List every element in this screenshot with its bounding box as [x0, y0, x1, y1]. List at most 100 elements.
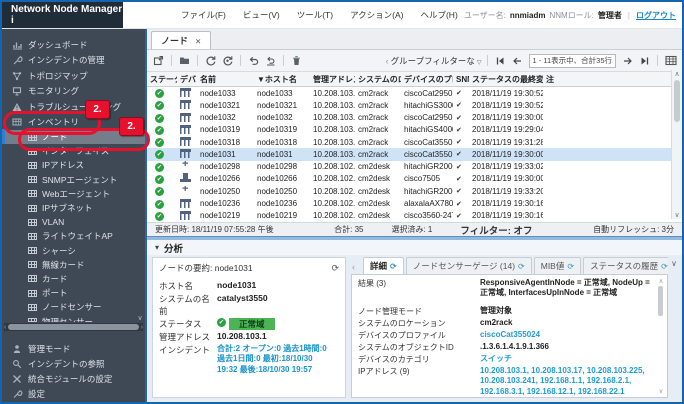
- scroll-down-icon[interactable]: ∨: [659, 387, 664, 395]
- scrollbar-thumb[interactable]: [674, 80, 680, 122]
- refresh-status-button[interactable]: [220, 53, 235, 68]
- col-system-location[interactable]: システムのロケ: [355, 74, 401, 85]
- sidebar-item-configuration[interactable]: 設定: [2, 386, 145, 401]
- ip-address-link[interactable]: 192.168.22.1: [578, 387, 625, 396]
- logout-link[interactable]: ログアウト: [636, 10, 676, 21]
- sidebar-item-troubleshooting[interactable]: トラブルシューティング: [2, 99, 145, 115]
- col-snmp[interactable]: SNM: [453, 75, 469, 84]
- sidebar-subitem[interactable]: 物理センサー: [2, 314, 145, 322]
- sidebar-item-topology-map[interactable]: トポロジマップ: [2, 68, 145, 84]
- ip-address-link[interactable]: 192.168.3.1: [480, 387, 527, 396]
- analysis-panel-header[interactable]: 分析: [147, 240, 682, 255]
- ip-address-link[interactable]: 192.168.1.1: [540, 376, 587, 385]
- table-row[interactable]: node1033 node1033 10.208.103.3 cm2rack c…: [147, 87, 682, 99]
- close-tab-icon[interactable]: [195, 36, 201, 46]
- first-page-button[interactable]: [493, 53, 508, 68]
- table-row[interactable]: node10319 node10319 10.208.103.1 cm2rack…: [147, 124, 682, 136]
- cell-hostname: node1033: [254, 89, 310, 98]
- col-mgmt-address[interactable]: 管理アドレス: [310, 74, 355, 85]
- table-row[interactable]: node10298 node10298 10.208.102.9 cm2desk…: [147, 161, 682, 173]
- ip-address-link[interactable]: 192.168.2.1: [587, 376, 632, 385]
- col-device[interactable]: デバ: [177, 74, 197, 85]
- scroll-down-icon[interactable]: ∨: [137, 314, 142, 322]
- sidebar-subitem[interactable]: VLAN: [2, 215, 145, 229]
- sidebar-subitem[interactable]: IPアドレス: [2, 158, 145, 172]
- sidebar-subitem[interactable]: ノードセンサー: [2, 300, 145, 314]
- table-row[interactable]: node10250 node10250 10.208.102.5 cm2desk…: [147, 185, 682, 197]
- table-row[interactable]: node10266 node10266 10.208.102.6 cm2desk…: [147, 173, 682, 185]
- scroll-down-icon[interactable]: ∨: [674, 211, 679, 219]
- col-status[interactable]: ステータ: [147, 74, 177, 85]
- ip-address-link[interactable]: 10.208.103.1: [480, 366, 531, 375]
- col-device-profile[interactable]: デバイスのプロ: [401, 74, 453, 85]
- table-row[interactable]: node10236 node10236 10.208.102.3 cm2desk…: [147, 197, 682, 209]
- sidebar-subitem[interactable]: シャーシ: [2, 244, 145, 258]
- table-scrollbar[interactable]: ∧ ∨: [671, 70, 682, 219]
- last-page-button[interactable]: [637, 53, 652, 68]
- sidebar-horizontal-scrollbar[interactable]: ‹›: [4, 323, 143, 331]
- detail-scrollbar[interactable]: ∧ ∨: [657, 277, 665, 395]
- undo-icon: [248, 55, 259, 66]
- panel-collapse-icon[interactable]: [671, 259, 677, 268]
- table-row[interactable]: node10318 node10318 10.208.103.1 cm2rack…: [147, 136, 682, 148]
- table-row[interactable]: node10321 node10321 10.208.103.2 cm2rack…: [147, 99, 682, 111]
- col-name[interactable]: 名前: [197, 74, 254, 85]
- scroll-up-icon[interactable]: ∧: [659, 277, 664, 285]
- analysis-tab[interactable]: ノードセンサーゲージ (14): [406, 257, 532, 274]
- tabs-scroll-left-icon[interactable]: [352, 262, 355, 272]
- delete-button[interactable]: [289, 53, 304, 68]
- table-row[interactable]: node1032 node1032 10.208.103.2 cm2rack c…: [147, 112, 682, 124]
- menu-actions[interactable]: アクション(A): [350, 9, 403, 21]
- menu-view[interactable]: ビュー(V): [243, 9, 280, 21]
- scrollbar-thumb[interactable]: [8, 324, 138, 330]
- ip-address-link[interactable]: 10.208.103.225: [587, 366, 645, 375]
- scroll-up-icon[interactable]: ∧: [674, 70, 679, 78]
- scrollbar-thumb[interactable]: [658, 286, 663, 316]
- scroll-left-icon[interactable]: ‹: [4, 324, 6, 331]
- folder-button[interactable]: [177, 53, 192, 68]
- sidebar-item-dashboard[interactable]: ダッシュボード: [2, 37, 145, 53]
- menu-file[interactable]: ファイル(F): [181, 9, 226, 21]
- device-category-link[interactable]: スイッチ: [480, 354, 512, 363]
- device-profile-link[interactable]: ciscoCat355024: [480, 330, 540, 339]
- scroll-right-icon[interactable]: ›: [141, 324, 143, 331]
- col-status-last-change[interactable]: ステータスの最終変: [469, 74, 543, 85]
- sidebar-item-management-mode[interactable]: 管理モード: [2, 341, 145, 356]
- undo-button[interactable]: [246, 53, 261, 68]
- analysis-tab[interactable]: 詳細: [363, 257, 404, 274]
- previous-page-button[interactable]: [510, 53, 525, 68]
- refresh-icon[interactable]: [331, 263, 339, 274]
- sidebar-subitem[interactable]: IPサブネット: [2, 201, 145, 215]
- ip-address-link[interactable]: 192.168.12.1: [527, 387, 578, 396]
- ip-address-link[interactable]: 10.208.103.241: [480, 376, 540, 385]
- group-filter-dropdown[interactable]: グループフィルターな: [386, 55, 482, 67]
- submenu-scrollbar[interactable]: ∧∨: [136, 130, 144, 322]
- table-row[interactable]: node10219 node10219 10.208.102.1 cm2desk…: [147, 210, 682, 222]
- sidebar-subitem[interactable]: ライトウェイトAP: [2, 229, 145, 243]
- sidebar-subitem[interactable]: 無線カード: [2, 258, 145, 272]
- open-in-new-window-button[interactable]: [151, 53, 166, 68]
- menu-help[interactable]: ヘルプ(H): [420, 9, 457, 21]
- sidebar-item-incident-browsing[interactable]: インシデントの参照: [2, 356, 145, 371]
- sidebar-item-monitoring[interactable]: モニタリング: [2, 84, 145, 100]
- sidebar-subitem[interactable]: カード: [2, 272, 145, 286]
- menu-tools[interactable]: ツール(T): [297, 9, 333, 21]
- cell-system-location: cm2rack: [355, 101, 401, 110]
- next-page-button[interactable]: [620, 53, 635, 68]
- sidebar-subitem[interactable]: SNMPエージェント: [2, 173, 145, 187]
- revert-button[interactable]: [263, 53, 278, 68]
- sidebar-subitem[interactable]: ポート: [2, 286, 145, 300]
- analysis-tab[interactable]: MIB値: [534, 257, 581, 274]
- analysis-tab[interactable]: ステータスの履歴: [583, 257, 668, 274]
- col-hostname[interactable]: ▼ホスト名: [254, 74, 310, 85]
- node-view-tab[interactable]: ノード: [151, 31, 211, 49]
- col-notes[interactable]: 注: [543, 74, 682, 85]
- table-settings-button[interactable]: [663, 53, 678, 68]
- refresh-button[interactable]: [203, 53, 218, 68]
- table-row[interactable]: node1031 node1031 10.208.103.1 cm2rack c…: [147, 148, 682, 160]
- sidebar-item-integration-module-config[interactable]: 統合モジュールの設定: [2, 371, 145, 386]
- sidebar-subitem[interactable]: インターフェイス: [2, 144, 145, 158]
- sidebar-subitem[interactable]: Webエージェント: [2, 187, 145, 201]
- sidebar-item-incident-management[interactable]: インシデントの管理: [2, 53, 145, 69]
- ip-address-link[interactable]: 10.208.103.17: [531, 366, 587, 375]
